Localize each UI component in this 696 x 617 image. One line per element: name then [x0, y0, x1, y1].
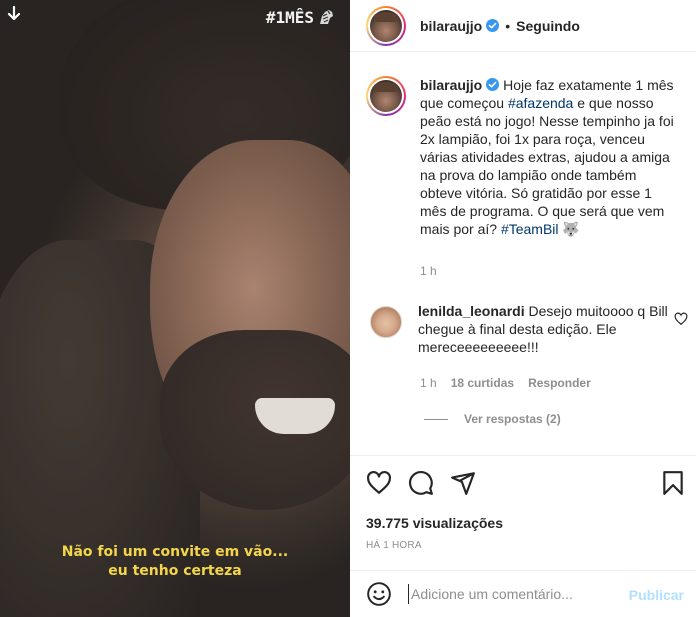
emoji-picker-icon[interactable]: [366, 581, 392, 607]
caption-username[interactable]: bilaraujjo: [420, 77, 482, 93]
replies-divider-line: [424, 418, 448, 420]
post-actions-bar: [350, 455, 696, 509]
commenter-avatar[interactable]: [370, 306, 402, 338]
post-caption: bilaraujjo Hoje faz exatamente 1 mês que…: [366, 76, 686, 238]
verified-badge-icon: [486, 19, 500, 32]
header-avatar[interactable]: [366, 5, 406, 46]
reply-button[interactable]: Responder: [528, 376, 591, 390]
view-replies-label: Ver respostas (2): [464, 412, 561, 426]
text-cursor: [408, 584, 409, 604]
comment-time[interactable]: 1 h: [420, 376, 437, 390]
comment-item: lenilda_leonardi Desejo muitoooo q Bill …: [366, 302, 696, 356]
hashtag-link-afazenda[interactable]: #afazenda: [508, 95, 573, 111]
comment-input[interactable]: [411, 586, 621, 602]
avatar-image: [370, 80, 402, 112]
video-subtitle: Não foi um convite em vão... eu tenho ce…: [0, 543, 350, 581]
post-media-video[interactable]: #1MÊS Não foi um convite em vão... eu te…: [0, 0, 350, 617]
comment-like-heart-icon[interactable]: [674, 312, 688, 326]
caption-body-2: e que nosso peão está no jogo! Nesse tem…: [420, 95, 674, 237]
like-heart-icon[interactable]: [366, 470, 392, 496]
caption-time[interactable]: 1 h: [420, 264, 437, 278]
subtitle-line-2: eu tenho certeza: [108, 563, 242, 579]
following-button[interactable]: Seguindo: [516, 18, 580, 34]
comment-meta: 1 h 18 curtidas Responder: [420, 376, 591, 390]
wolf-emoji: 🐺: [562, 221, 580, 237]
view-replies-button[interactable]: Ver respostas (2): [424, 412, 561, 426]
verified-badge-icon: [486, 78, 500, 91]
post-header: bilaraujjo • Seguindo: [350, 0, 696, 52]
add-comment-bar: Publicar: [350, 570, 696, 617]
comment-likes[interactable]: 18 curtidas: [451, 376, 514, 390]
zebra-icon: [320, 10, 333, 24]
view-count[interactable]: 39.775 visualizações: [366, 515, 503, 531]
publish-button[interactable]: Publicar: [629, 587, 684, 603]
caption-avatar[interactable]: [366, 76, 406, 116]
save-bookmark-icon[interactable]: [660, 470, 686, 496]
share-send-icon[interactable]: [450, 470, 476, 496]
header-separator: •: [505, 17, 511, 34]
comment-bubble-icon[interactable]: [408, 470, 434, 496]
caption-text: bilaraujjo Hoje faz exatamente 1 mês que…: [420, 76, 682, 238]
download-arrow-icon[interactable]: [6, 6, 22, 22]
commenter-username[interactable]: lenilda_leonardi: [418, 303, 525, 319]
header-username[interactable]: bilaraujjo: [420, 18, 482, 34]
avatar-image: [370, 9, 402, 42]
post-panel: bilaraujjo • Seguindo bilaraujjo Hoje fa…: [350, 0, 696, 617]
media-haze: [0, 0, 350, 617]
post-timestamp[interactable]: HÁ 1 HORA: [366, 540, 422, 551]
comment-text: lenilda_leonardi Desejo muitoooo q Bill …: [418, 302, 668, 356]
hashtag-link-teambil[interactable]: #TeamBil: [501, 221, 559, 237]
media-hashtag-overlay: #1MÊS: [265, 8, 314, 27]
subtitle-line-1: Não foi um convite em vão...: [61, 544, 289, 560]
